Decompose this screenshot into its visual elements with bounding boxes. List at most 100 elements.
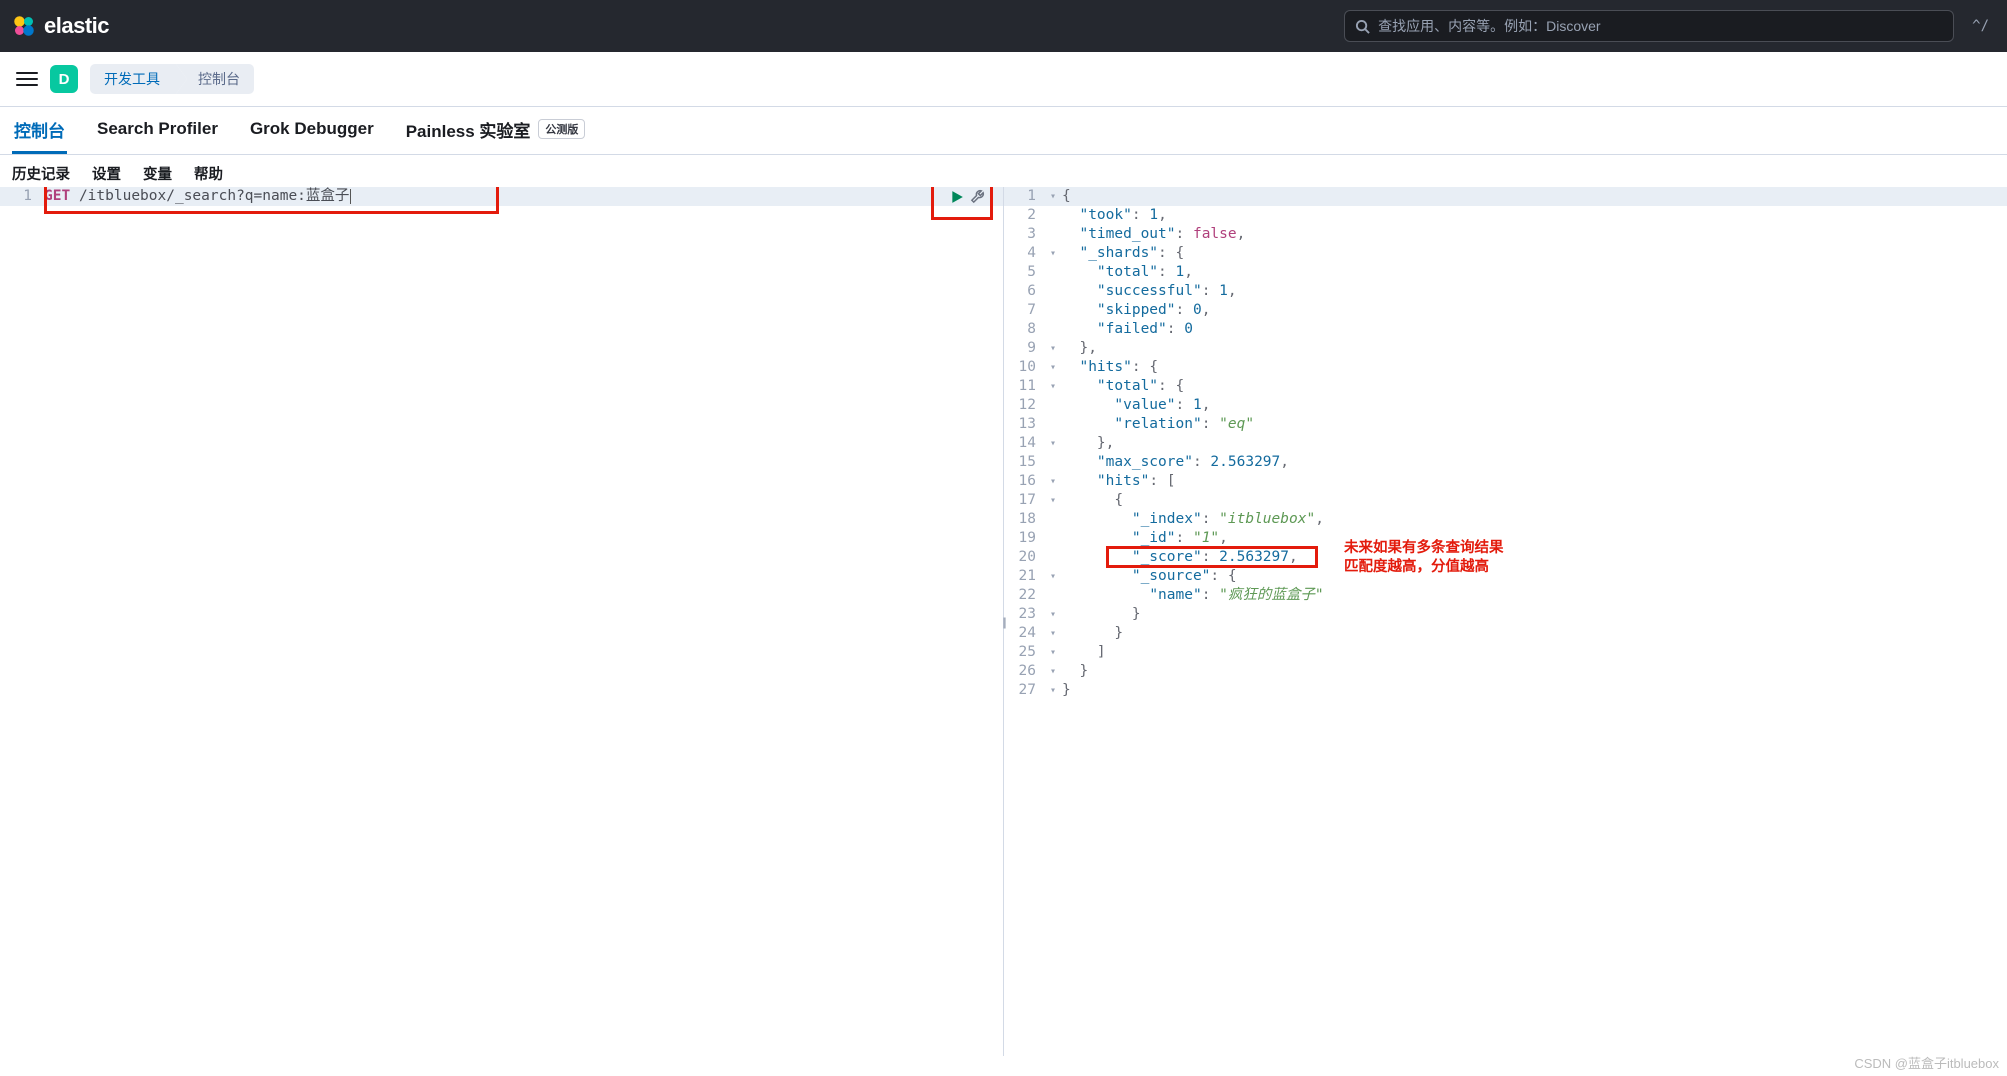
annotation-text: 未来如果有多条查询结果 匹配度越高，分值越高 <box>1344 539 1504 577</box>
fold-toggle-icon[interactable]: ▾ <box>1046 567 1060 586</box>
fold-toggle-icon <box>1046 415 1060 434</box>
response-line: 8 "failed": 0 <box>1004 320 2007 339</box>
response-line: 1▾{ <box>1004 187 2007 206</box>
breadcrumb: 开发工具 控制台 <box>90 64 254 94</box>
fold-toggle-icon[interactable]: ▾ <box>1046 472 1060 491</box>
fold-toggle-icon[interactable]: ▾ <box>1046 358 1060 377</box>
fold-toggle-icon[interactable]: ▾ <box>1046 681 1060 700</box>
fold-toggle-icon[interactable]: ▾ <box>1046 244 1060 263</box>
tab-grok-debugger[interactable]: Grok Debugger <box>248 107 376 154</box>
tab-console[interactable]: 控制台 <box>12 107 67 154</box>
fold-toggle-icon[interactable]: ▾ <box>1046 187 1060 206</box>
menu-toggle-button[interactable] <box>16 68 38 90</box>
text-cursor <box>350 189 351 204</box>
code-content: "_score": 2.563297, <box>1060 548 1298 567</box>
response-line: 12 "value": 1, <box>1004 396 2007 415</box>
global-search-input[interactable]: 查找应用、内容等。例如：Discover <box>1344 10 1954 42</box>
tab-painless-lab[interactable]: Painless 实验室 公测版 <box>404 107 588 154</box>
code-content: "hits": [ <box>1060 472 1176 491</box>
keyboard-shortcut-badge: ^/ <box>1966 16 1995 36</box>
brand-text: elastic <box>44 13 109 39</box>
line-number: 26 <box>1004 662 1046 681</box>
request-pane[interactable]: 1 GET /itbluebox/_search?q=name:蓝盒子 <box>0 187 1004 1056</box>
console-toolbar: 历史记录 设置 变量 帮助 <box>0 155 2007 187</box>
line-number: 8 <box>1004 320 1046 339</box>
watermark: CSDN @蓝盒子itbluebox <box>1854 1053 1999 1072</box>
fold-toggle-icon[interactable]: ▾ <box>1046 605 1060 624</box>
fold-toggle-icon <box>1046 320 1060 339</box>
fold-toggle-icon <box>1046 586 1060 605</box>
response-line: 25▾ ] <box>1004 643 2007 662</box>
code-content: "_source": { <box>1060 567 1237 586</box>
fold-toggle-icon[interactable]: ▾ <box>1046 624 1060 643</box>
code-content: }, <box>1060 434 1114 453</box>
fold-toggle-icon[interactable]: ▾ <box>1046 643 1060 662</box>
breadcrumb-dev-tools[interactable]: 开发工具 <box>90 64 176 94</box>
tab-search-profiler[interactable]: Search Profiler <box>95 107 220 154</box>
code-content: { <box>1060 187 1071 206</box>
request-options-icon[interactable] <box>970 189 985 204</box>
response-line: 5 "total": 1, <box>1004 263 2007 282</box>
fold-toggle-icon[interactable]: ▾ <box>1046 377 1060 396</box>
request-line[interactable]: 1 GET /itbluebox/_search?q=name:蓝盒子 <box>0 187 1003 206</box>
code-content: "successful": 1, <box>1060 282 1237 301</box>
code-content: }, <box>1060 339 1097 358</box>
line-number: 9 <box>1004 339 1046 358</box>
search-placeholder: 查找应用、内容等。例如：Discover <box>1378 16 1600 36</box>
response-line: 2 "took": 1, <box>1004 206 2007 225</box>
beta-badge: 公测版 <box>538 119 585 139</box>
response-line: 23▾ } <box>1004 605 2007 624</box>
top-bar: elastic 查找应用、内容等。例如：Discover ^/ <box>0 0 2007 52</box>
fold-toggle-icon <box>1046 301 1060 320</box>
line-number: 5 <box>1004 263 1046 282</box>
toolbar-settings[interactable]: 设置 <box>92 163 121 184</box>
response-line: 10▾ "hits": { <box>1004 358 2007 377</box>
logo-area[interactable]: elastic <box>12 13 109 39</box>
editor-area: 1 GET /itbluebox/_search?q=name:蓝盒子 || 1… <box>0 187 2007 1056</box>
line-number: 11 <box>1004 377 1046 396</box>
line-number: 12 <box>1004 396 1046 415</box>
response-line: 19 "_id": "1", <box>1004 529 2007 548</box>
response-line: 3 "timed_out": false, <box>1004 225 2007 244</box>
fold-toggle-icon <box>1046 453 1060 472</box>
request-actions <box>950 187 985 206</box>
search-icon <box>1355 19 1370 34</box>
toolbar-history[interactable]: 历史记录 <box>12 163 70 184</box>
line-number: 3 <box>1004 225 1046 244</box>
response-line: 13 "relation": "eq" <box>1004 415 2007 434</box>
code-content: "value": 1, <box>1060 396 1210 415</box>
fold-toggle-icon[interactable]: ▾ <box>1046 434 1060 453</box>
run-request-icon[interactable] <box>950 190 964 204</box>
toolbar-variables[interactable]: 变量 <box>143 163 172 184</box>
code-content: } <box>1060 605 1141 624</box>
space-selector-button[interactable]: D <box>50 65 78 93</box>
line-number: 7 <box>1004 301 1046 320</box>
global-search-wrap: 查找应用、内容等。例如：Discover <box>1344 10 1954 42</box>
code-content: { <box>1060 491 1123 510</box>
response-line: 21▾ "_source": { <box>1004 567 2007 586</box>
line-number: 24 <box>1004 624 1046 643</box>
response-pane[interactable]: 1▾{2 "took": 1,3 "timed_out": false,4▾ "… <box>1004 187 2007 1056</box>
line-number: 4 <box>1004 244 1046 263</box>
response-line: 20 "_score": 2.563297, <box>1004 548 2007 567</box>
code-content: "total": { <box>1060 377 1184 396</box>
breadcrumb-console[interactable]: 控制台 <box>176 64 254 94</box>
fold-toggle-icon <box>1046 510 1060 529</box>
response-line: 27▾} <box>1004 681 2007 700</box>
line-number: 2 <box>1004 206 1046 225</box>
toolbar-help[interactable]: 帮助 <box>194 163 223 184</box>
fold-toggle-icon <box>1046 396 1060 415</box>
line-number: 10 <box>1004 358 1046 377</box>
line-number: 6 <box>1004 282 1046 301</box>
request-code: GET /itbluebox/_search?q=name:蓝盒子 <box>42 187 351 206</box>
line-number: 1 <box>1004 187 1046 206</box>
line-number: 13 <box>1004 415 1046 434</box>
tabs-row: 控制台 Search Profiler Grok Debugger Painle… <box>0 107 2007 155</box>
line-number: 15 <box>1004 453 1046 472</box>
fold-toggle-icon[interactable]: ▾ <box>1046 339 1060 358</box>
line-number: 14 <box>1004 434 1046 453</box>
fold-toggle-icon[interactable]: ▾ <box>1046 662 1060 681</box>
response-line: 7 "skipped": 0, <box>1004 301 2007 320</box>
fold-toggle-icon <box>1046 548 1060 567</box>
fold-toggle-icon[interactable]: ▾ <box>1046 491 1060 510</box>
